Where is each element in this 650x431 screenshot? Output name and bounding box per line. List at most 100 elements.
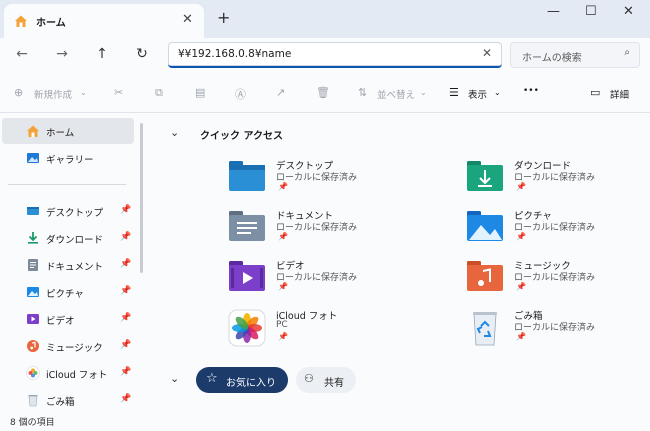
sidebar-item-icloud-photos[interactable]: iCloud フォト 📌 — [2, 360, 134, 386]
status-bar: 8 個の項目 — [0, 409, 650, 431]
sidebar-divider — [8, 184, 126, 185]
pin-icon: 📌 — [120, 286, 132, 296]
item-status: ローカルに保存済み — [276, 223, 358, 233]
pin-icon: 📌 — [120, 259, 132, 269]
sidebar-item-documents[interactable]: ドキュメント 📌 — [2, 252, 134, 278]
sidebar-item-label: ギャラリー — [46, 155, 94, 166]
sidebar-scrollbar[interactable] — [140, 123, 143, 273]
sidebar-item-label: ピクチャ — [46, 289, 84, 300]
item-status: ローカルに保存済み — [514, 223, 596, 233]
sidebar-item-home[interactable]: ホーム — [2, 118, 134, 144]
item-status: ローカルに保存済み — [276, 273, 358, 283]
maximize-button[interactable]: ☐ — [585, 4, 597, 19]
pictures-folder-icon — [466, 209, 504, 243]
videos-folder-icon — [228, 259, 266, 293]
view-chevron-icon: ⌄ — [494, 88, 501, 97]
main-content: ⌄ クイック アクセス デスクトップ ローカルに保存済み 📌 ダウンロード ロー… — [148, 113, 650, 409]
see-more-button[interactable]: ••• — [523, 86, 539, 96]
pin-icon: 📌 — [278, 182, 288, 191]
pin-icon: 📌 — [120, 232, 132, 242]
pin-icon: 📌 — [120, 205, 132, 215]
sidebar-item-downloads[interactable]: ダウンロード 📌 — [2, 225, 134, 251]
tab-favorites[interactable]: ☆ お気に入り — [196, 367, 288, 393]
sidebar-item-label: デスクトップ — [46, 208, 104, 219]
forward-button[interactable]: → — [52, 46, 72, 62]
desktop-icon — [26, 204, 40, 218]
sidebar-item-label: ホーム — [46, 128, 75, 139]
sidebar-item-gallery[interactable]: ギャラリー — [2, 145, 134, 171]
details-pane-icon[interactable]: ▭ — [590, 86, 600, 99]
pin-icon: 📌 — [516, 182, 526, 191]
star-icon: ☆ — [206, 371, 218, 386]
recycle-bin-icon — [466, 309, 504, 346]
clear-address-icon[interactable]: ✕ — [482, 46, 492, 60]
command-bar: ⊕ 新規作成 ⌄ ✂ ⧉ ▤ Ⓐ ↗ 🗑 ⇅ 並べ替え ⌄ ☰ 表示 ⌄ •••… — [0, 74, 650, 113]
pin-icon: 📌 — [516, 232, 526, 241]
gallery-icon — [26, 151, 40, 165]
view-icon[interactable]: ☰ — [449, 86, 459, 99]
item-status: ローカルに保存済み — [514, 173, 596, 183]
pin-icon: 📌 — [516, 282, 526, 291]
sidebar-item-pictures[interactable]: ピクチャ 📌 — [2, 279, 134, 305]
home-icon — [14, 14, 28, 31]
pin-icon: 📌 — [120, 394, 132, 404]
download-icon — [26, 231, 40, 245]
sort-chevron-icon: ⌄ — [420, 88, 427, 97]
quick-access-item-downloads[interactable]: ダウンロード ローカルに保存済み 📌 — [466, 157, 650, 201]
details-button[interactable]: 詳細 — [610, 87, 629, 101]
download-folder-icon — [466, 159, 504, 193]
tab-shared[interactable]: ⚇ 共有 — [296, 367, 356, 393]
desktop-folder-icon — [228, 159, 266, 193]
item-status: ローカルに保存済み — [514, 273, 596, 283]
music-folder-icon — [466, 259, 504, 293]
pin-icon: 📌 — [278, 332, 288, 341]
navigation-pane: ホーム ギャラリー デスクトップ 📌 ダウンロード 📌 ドキュメント 📌 ピクチ… — [0, 113, 148, 409]
tab-home[interactable]: ホーム ✕ — [4, 4, 204, 38]
back-button[interactable]: ← — [12, 46, 32, 62]
item-status: ローカルに保存済み — [276, 173, 358, 183]
quick-access-item-music[interactable]: ミュージック ローカルに保存済み 📌 — [466, 257, 650, 301]
up-button[interactable]: ↑ — [92, 46, 112, 62]
quick-access-item-recycle-bin[interactable]: ごみ箱 ローカルに保存済み 📌 — [466, 307, 650, 351]
delete-icon[interactable]: 🗑 — [316, 86, 330, 99]
tab-title: ホーム — [36, 18, 66, 29]
quick-access-item-videos[interactable]: ビデオ ローカルに保存済み 📌 — [228, 257, 428, 301]
new-tab-button[interactable]: + — [217, 8, 230, 27]
sidebar-item-label: iCloud フォト — [46, 370, 108, 381]
tab-close-icon[interactable]: ✕ — [182, 12, 193, 27]
share-icon[interactable]: ↗ — [276, 86, 285, 99]
quick-access-chevron-icon[interactable]: ⌄ — [170, 126, 179, 139]
pin-icon: 📌 — [120, 367, 132, 377]
sidebar-item-desktop[interactable]: デスクトップ 📌 — [2, 198, 134, 224]
sidebar-item-videos[interactable]: ビデオ 📌 — [2, 306, 134, 332]
rename-icon[interactable]: Ⓐ — [235, 86, 246, 102]
quick-access-item-desktop[interactable]: デスクトップ ローカルに保存済み 📌 — [228, 157, 428, 201]
view-button[interactable]: 表示 — [468, 87, 487, 101]
copy-icon[interactable]: ⧉ — [155, 86, 163, 100]
close-window-button[interactable]: ✕ — [623, 4, 634, 19]
sidebar-item-label: ドキュメント — [46, 262, 104, 273]
quick-access-item-documents[interactable]: ドキュメント ローカルに保存済み 📌 — [228, 207, 428, 251]
documents-folder-icon — [228, 209, 266, 243]
sort-button[interactable]: 並べ替え — [377, 87, 415, 101]
new-icon[interactable]: ⊕ — [14, 86, 23, 99]
favorites-chevron-icon[interactable]: ⌄ — [170, 372, 179, 385]
minimize-button[interactable]: — — [547, 4, 560, 19]
paste-icon[interactable]: ▤ — [195, 86, 205, 99]
search-input[interactable]: ホームの検索 ⌕ — [510, 42, 640, 68]
sidebar-item-music[interactable]: ミュージック 📌 — [2, 333, 134, 359]
sidebar-item-label: ごみ箱 — [46, 397, 75, 408]
address-input[interactable]: ¥¥192.168.0.8¥name ✕ — [168, 42, 502, 68]
refresh-button[interactable]: ↻ — [132, 46, 152, 62]
sidebar-item-label: ミュージック — [46, 343, 103, 354]
new-button[interactable]: 新規作成 — [34, 87, 72, 101]
sidebar-item-label: ダウンロード — [46, 235, 104, 246]
pin-icon: 📌 — [120, 313, 132, 323]
quick-access-item-pictures[interactable]: ピクチャ ローカルに保存済み 📌 — [466, 207, 650, 251]
icloud-photos-icon — [228, 309, 266, 347]
sort-icon[interactable]: ⇅ — [358, 86, 367, 99]
search-icon: ⌕ — [624, 47, 630, 58]
quick-access-item-icloud-photos[interactable]: iCloud フォト PC 📌 — [228, 307, 428, 351]
pin-icon: 📌 — [278, 282, 288, 291]
cut-icon[interactable]: ✂ — [114, 86, 123, 99]
